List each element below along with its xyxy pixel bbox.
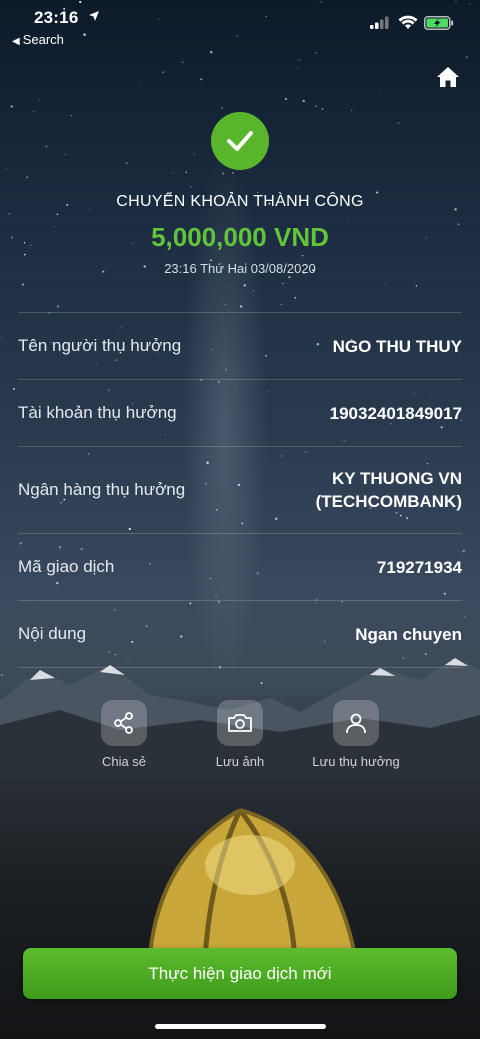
home-button[interactable] (436, 66, 460, 93)
transfer-status-title: CHUYỂN KHOẢN THÀNH CÔNG (116, 193, 364, 210)
share-button[interactable]: Chia sẻ (64, 700, 184, 769)
tent-illustration (148, 808, 357, 961)
share-label: Chia sẻ (101, 754, 147, 769)
share-icon-wrap (101, 700, 147, 746)
detail-value: 19032401849017 (329, 403, 462, 423)
user-icon (346, 713, 366, 734)
wifi-icon (398, 15, 418, 29)
bank-name-line-1: KY THUONG VN (331, 469, 462, 488)
detail-value-bank: KY THUONG VN (TECHCOMBANK) (316, 467, 462, 513)
checkmark-icon (227, 131, 253, 151)
save-beneficiary-button[interactable]: Lưu thụ hưởng (296, 700, 416, 769)
save-beneficiary-label: Lưu thụ hưởng (312, 754, 400, 769)
status-time: 23:16 (34, 8, 79, 27)
detail-row-beneficiary-bank: Ngân hàng thụ hưởng KY THUONG VN (TECHCO… (18, 446, 462, 533)
detail-label: Nội dung (18, 624, 87, 643)
transfer-amount: 5,000,000 VND (151, 222, 329, 252)
location-arrow-icon (89, 11, 99, 21)
cellular-signal-icon (370, 16, 389, 29)
back-to-search[interactable]: ◀ Search (12, 32, 64, 47)
transaction-details: Tên người thụ hưởng NGO THU THUY Tài kho… (18, 312, 462, 668)
detail-value: Ngan chuyen (355, 624, 462, 644)
new-transaction-button[interactable]: Thực hiện giao dịch mới (23, 948, 457, 999)
battery-charging-icon (424, 16, 454, 30)
home-icon (437, 67, 459, 87)
detail-value: NGO THU THUY (332, 336, 462, 356)
detail-row-content: Nội dung Ngan chuyen (18, 600, 462, 668)
detail-value: 719271934 (376, 557, 462, 577)
detail-label: Tên người thụ hưởng (18, 336, 182, 355)
detail-row-beneficiary-account: Tài khoản thụ hưởng 19032401849017 (18, 379, 462, 446)
save-image-label: Lưu ảnh (215, 754, 265, 769)
detail-label: Mã giao dịch (18, 557, 115, 576)
back-arrow-icon: ◀ (12, 36, 20, 47)
detail-label: Ngân hàng thụ hưởng (18, 480, 186, 499)
user-icon-wrap (333, 700, 379, 746)
save-image-button[interactable]: Lưu ảnh (180, 700, 300, 769)
status-bar: 23:16 ◀ Search (0, 0, 480, 54)
detail-label: Tài khoản thụ hưởng (18, 403, 177, 422)
home-indicator[interactable] (155, 1024, 326, 1029)
back-label: Search (22, 32, 64, 47)
bank-name-line-2: (TECHCOMBANK) (315, 492, 462, 511)
camera-icon (228, 714, 252, 732)
camera-icon-wrap (217, 700, 263, 746)
success-check-badge (211, 112, 269, 170)
detail-row-transaction-id: Mã giao dịch 719271934 (18, 533, 462, 600)
share-icon (114, 712, 133, 734)
detail-row-beneficiary-name: Tên người thụ hưởng NGO THU THUY (18, 312, 462, 379)
transfer-datetime: 23:16 Thứ Hai 03/08/2020 (164, 261, 316, 276)
